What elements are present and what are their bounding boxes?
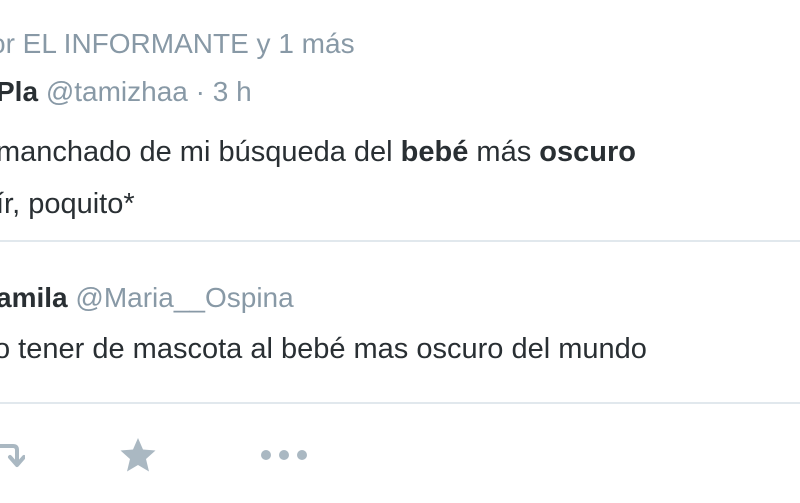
quoted-author-handle[interactable]: @Maria__Ospina [75,282,293,313]
quote-card-bottom-border [0,402,800,404]
tweet-header: Pla @tamizhaa · 3 h [0,76,252,108]
tweet-text-line-2: ír, poquito* [0,188,135,220]
author-handle[interactable]: @tamizhaa [46,76,188,107]
time-separator: · [195,76,205,107]
retweet-button[interactable] [0,430,28,480]
tweet-view: or EL INFORMANTE y 1 más Pla @tamizhaa ·… [0,0,800,503]
author-name[interactable]: Pla [0,76,38,107]
quoted-author-name[interactable]: amila [0,282,68,313]
retweet-icon [0,444,25,467]
retweet-context[interactable]: or EL INFORMANTE y 1 más [0,28,355,60]
tweet-text-line-1: manchado de mi búsqueda del bebé más osc… [0,126,636,178]
star-icon [120,438,156,472]
tweet-text-bold: oscuro [539,136,636,168]
quoted-tweet-text[interactable]: o tener de mascota al bebé mas oscuro de… [0,333,647,366]
tweet-text: manchado de mi búsqueda del bebé más osc… [0,126,636,230]
quote-card-top-border [0,240,800,242]
more-icon [261,450,307,460]
favorite-button[interactable] [116,430,160,480]
quoted-tweet-header[interactable]: amila @Maria__Ospina [0,282,294,314]
tweet-text-segment: más [468,136,540,168]
tweet-timestamp[interactable]: 3 h [213,76,252,107]
more-options-button[interactable] [256,430,312,480]
tweet-actions [0,430,800,480]
tweet-text-bold: bebé [400,136,469,168]
tweet-text-segment: manchado de mi búsqueda del [0,136,401,168]
